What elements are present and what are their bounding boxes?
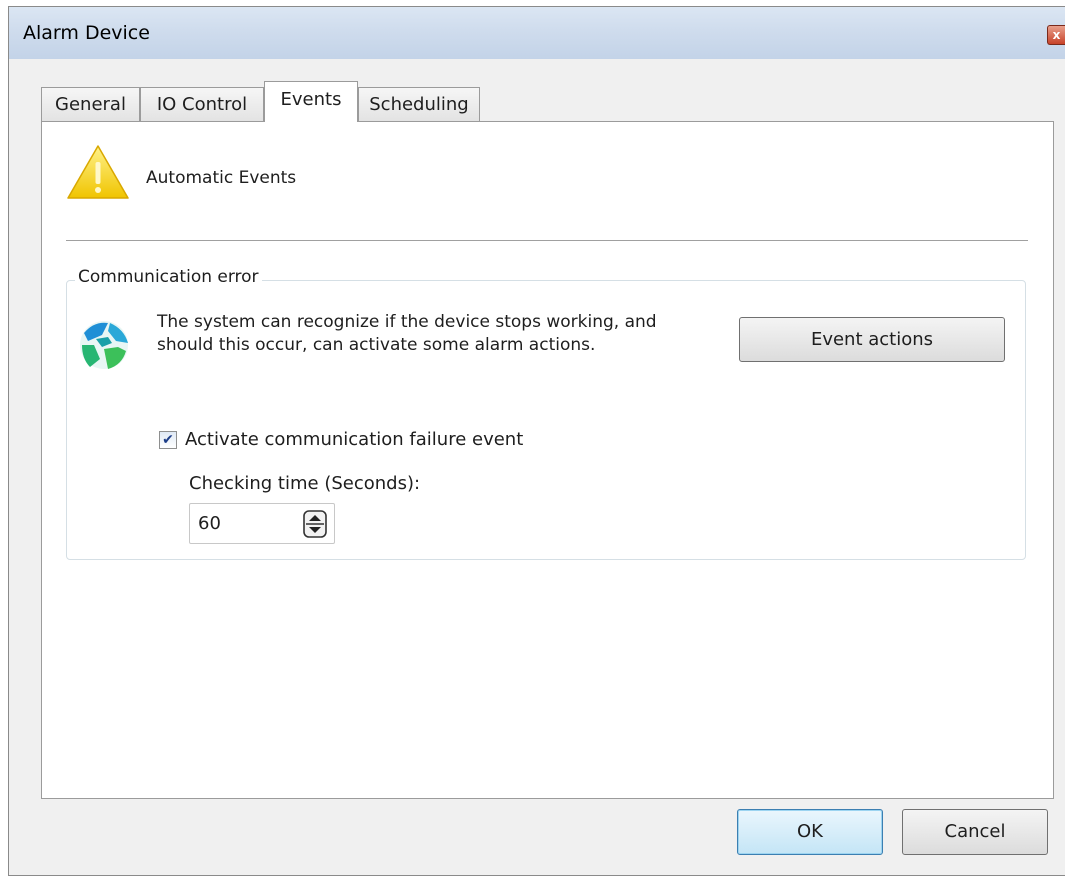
tab-scheduling[interactable]: Scheduling	[358, 87, 480, 121]
ok-button[interactable]: OK	[737, 809, 883, 855]
event-actions-button[interactable]: Event actions	[739, 317, 1005, 362]
cancel-button[interactable]: Cancel	[902, 809, 1048, 855]
checking-time-value[interactable]: 60	[198, 513, 221, 534]
check-mark-icon: ✔	[162, 432, 174, 448]
tab-scheduling-label: Scheduling	[369, 94, 469, 115]
activate-failure-checkbox[interactable]: ✔	[159, 431, 177, 449]
warning-icon	[67, 145, 129, 199]
close-button[interactable]: x	[1047, 25, 1065, 45]
communication-error-group: Communication error The system can recog…	[66, 267, 1026, 560]
description-line-1: The system can recognize if the device s…	[157, 312, 657, 332]
automatic-events-label: Automatic Events	[146, 168, 297, 188]
spin-up-down-icon[interactable]	[303, 510, 327, 538]
description-line-2: should this occur, can activate some ala…	[157, 335, 596, 355]
header-separator	[66, 240, 1028, 241]
checking-time-label: Checking time (Seconds):	[189, 473, 421, 494]
globe-icon	[80, 321, 128, 369]
tab-general-label: General	[55, 94, 126, 115]
tab-general[interactable]: General	[41, 87, 140, 121]
comm-error-description: The system can recognize if the device s…	[157, 311, 757, 357]
alarm-device-dialog: Alarm Device x General IO Control Events…	[8, 6, 1065, 876]
tab-io-control-label: IO Control	[156, 94, 248, 115]
tab-events[interactable]: Events	[264, 81, 358, 122]
tab-io-control[interactable]: IO Control	[140, 87, 264, 121]
tab-events-label: Events	[280, 89, 342, 110]
window-title: Alarm Device	[23, 22, 150, 44]
activate-failure-label[interactable]: Activate communication failure event	[185, 429, 523, 450]
title-bar[interactable]: Alarm Device x	[9, 7, 1065, 59]
events-tab-panel: Automatic Events Communication error The…	[41, 121, 1054, 799]
checking-time-spinner[interactable]: 60	[189, 503, 335, 544]
group-title: Communication error	[75, 267, 262, 287]
